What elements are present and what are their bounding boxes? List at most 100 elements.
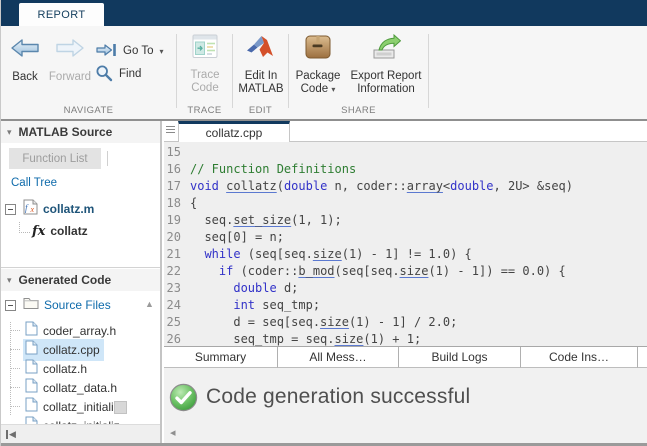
tree-collapse-icon[interactable] [5, 300, 16, 311]
code-text: seq_tmp = seq.size(1) + 1; [190, 331, 421, 346]
find-button[interactable]: Find [95, 65, 164, 83]
function-list-button[interactable]: Function List [9, 148, 101, 169]
code-link-size[interactable]: size [320, 315, 349, 329]
code-link-b_mod[interactable]: b_mod [298, 264, 334, 278]
file-name: collatz.h [43, 362, 87, 376]
code-link-size[interactable]: size [335, 332, 364, 346]
generated-code-title: Generated Code [19, 273, 112, 287]
find-label: Find [119, 68, 141, 80]
editor-tab-label: collatz.cpp [206, 126, 263, 140]
code-line-26: 26 seq_tmp = seq.size(1) + 1; [164, 331, 647, 346]
trace-code-icon [192, 34, 218, 64]
matlab-source-title: MATLAB Source [19, 125, 113, 139]
code-editor[interactable]: 1516// Function Definitions17void collat… [164, 142, 647, 346]
tab-summary[interactable]: Summary [164, 347, 278, 368]
tree-connector [19, 222, 30, 233]
sidebar-hscrollbar[interactable]: ◀ [1, 424, 160, 444]
editor-tab-strip: collatz.cpp [164, 121, 647, 142]
tree-item-collatz-function[interactable]: fx collatz [5, 221, 88, 241]
forward-label: Forward [49, 71, 91, 84]
tree-item-coder_array.h[interactable]: coder_array.h [1, 321, 160, 340]
collapse-icon[interactable]: ▾ [7, 127, 12, 138]
tree-item-collatz.cpp[interactable]: collatz.cpp [1, 340, 160, 359]
file-icon [25, 378, 38, 398]
success-check-icon [169, 383, 198, 417]
code-text: // Function Definitions [190, 161, 356, 178]
report-bottom-tabs: SummaryAll Mess…Build LogsCode Ins… [164, 346, 647, 368]
tree-connector [10, 368, 20, 369]
trace-label-2: Code [191, 82, 219, 94]
code-text: seq[0] = n; [190, 229, 284, 246]
tab-all-mess[interactable]: All Mess… [278, 347, 399, 368]
tab-report[interactable]: REPORT [19, 3, 104, 26]
panel-handle-icon[interactable] [166, 126, 175, 133]
package-code-button[interactable]: Package Code ▾ [291, 34, 345, 96]
export-arrow-icon [371, 34, 401, 65]
code-link-size[interactable]: size [313, 247, 342, 261]
tree-item-collatz_data.h[interactable]: collatz_data.h [1, 378, 160, 397]
generated-code-header: ▾ Generated Code [1, 269, 160, 291]
edit-in-matlab-button[interactable]: Edit In MATLAB [235, 34, 287, 96]
sidebar-main-divider [161, 121, 162, 446]
code-line-19: 19 seq.set_size(1, 1); [164, 212, 647, 229]
code-text: if (coder::b_mod(seq[seq.size(1) - 1]) =… [190, 263, 566, 280]
line-number: 26 [164, 331, 190, 346]
code-link-size[interactable]: size [400, 264, 429, 278]
export-report-button[interactable]: Export Report Information [345, 34, 427, 96]
code-line-15: 15 [164, 144, 647, 161]
scroll-home-icon[interactable]: ◀ [6, 430, 16, 439]
report-window: REPORT Back Forward [0, 0, 647, 446]
call-tree-button[interactable]: Call Tree [11, 177, 57, 189]
toolbar-divider [428, 34, 429, 108]
goto-button[interactable]: Go To ▾ [95, 42, 164, 60]
function-label: collatz [50, 224, 87, 238]
line-number: 16 [164, 161, 190, 178]
tree-item-source-files[interactable]: Source Files [5, 295, 111, 315]
tab-build-logs[interactable]: Build Logs [399, 347, 521, 368]
back-label: Back [12, 71, 38, 84]
code-link-collatz[interactable]: collatz [226, 179, 277, 193]
matlab-file-label: collatz.m [43, 202, 94, 216]
toolbar-divider [288, 34, 289, 108]
edit-label-1: Edit In [245, 70, 278, 82]
tab-collatz-cpp[interactable]: collatz.cpp [178, 121, 290, 142]
code-text: double d; [190, 280, 298, 297]
source-files-label: Source Files [44, 298, 111, 312]
source-files-list: coder_array.h collatz.cpp collatz.h collatz… [1, 321, 160, 424]
goto-find-group: Go To ▾ Find [95, 42, 164, 83]
file-name: collatz.cpp [43, 343, 100, 357]
collapse-icon[interactable]: ▾ [7, 275, 12, 286]
function-icon: fx [32, 224, 45, 239]
back-button[interactable]: Back [3, 38, 47, 84]
tab-code-ins[interactable]: Code Ins… [521, 347, 638, 368]
line-number: 20 [164, 229, 190, 246]
tree-collapse-icon[interactable] [5, 204, 16, 215]
code-line-25: 25 d = seq[seq.size(1) - 1] / 2.0; [164, 314, 647, 331]
code-text: d = seq[seq.size(1) - 1] / 2.0; [190, 314, 457, 331]
tree-connector [10, 387, 20, 388]
titlebar: REPORT [1, 0, 647, 26]
search-icon [95, 64, 113, 85]
toolbar-divider [176, 34, 177, 108]
code-line-18: 18{ [164, 195, 647, 212]
tree-item-collatz.h[interactable]: collatz.h [1, 359, 160, 378]
line-number: 21 [164, 246, 190, 263]
tree-connector [10, 406, 20, 407]
tree-item-collatz_initializ[interactable]: collatz_initializ [1, 397, 160, 416]
code-line-17: 17void collatz(double n, coder::array<do… [164, 178, 647, 195]
code-link-set_size[interactable]: set_size [233, 213, 291, 227]
tree-connector [10, 330, 20, 331]
tree-item-collatz_initializ[interactable]: collatz_initializ [1, 416, 160, 424]
code-line-21: 21 while (seq[seq.size(1) - 1] != 1.0) { [164, 246, 647, 263]
tree-item-collatz-m[interactable]: f x collatz.m [5, 199, 94, 219]
export-label-2: Information [357, 83, 415, 95]
toolbar-divider [232, 34, 233, 108]
code-link-array[interactable]: array [407, 179, 443, 193]
section-label-navigate: NAVIGATE [1, 105, 176, 116]
file-name: coder_array.h [43, 324, 116, 338]
scrollbar-thumb[interactable] [114, 401, 127, 414]
line-number: 25 [164, 314, 190, 331]
code-text: while (seq[seq.size(1) - 1] != 1.0) { [190, 246, 472, 263]
scroll-left-icon[interactable]: ◂ [170, 426, 176, 439]
scroll-up-icon[interactable]: ▲ [145, 299, 154, 309]
